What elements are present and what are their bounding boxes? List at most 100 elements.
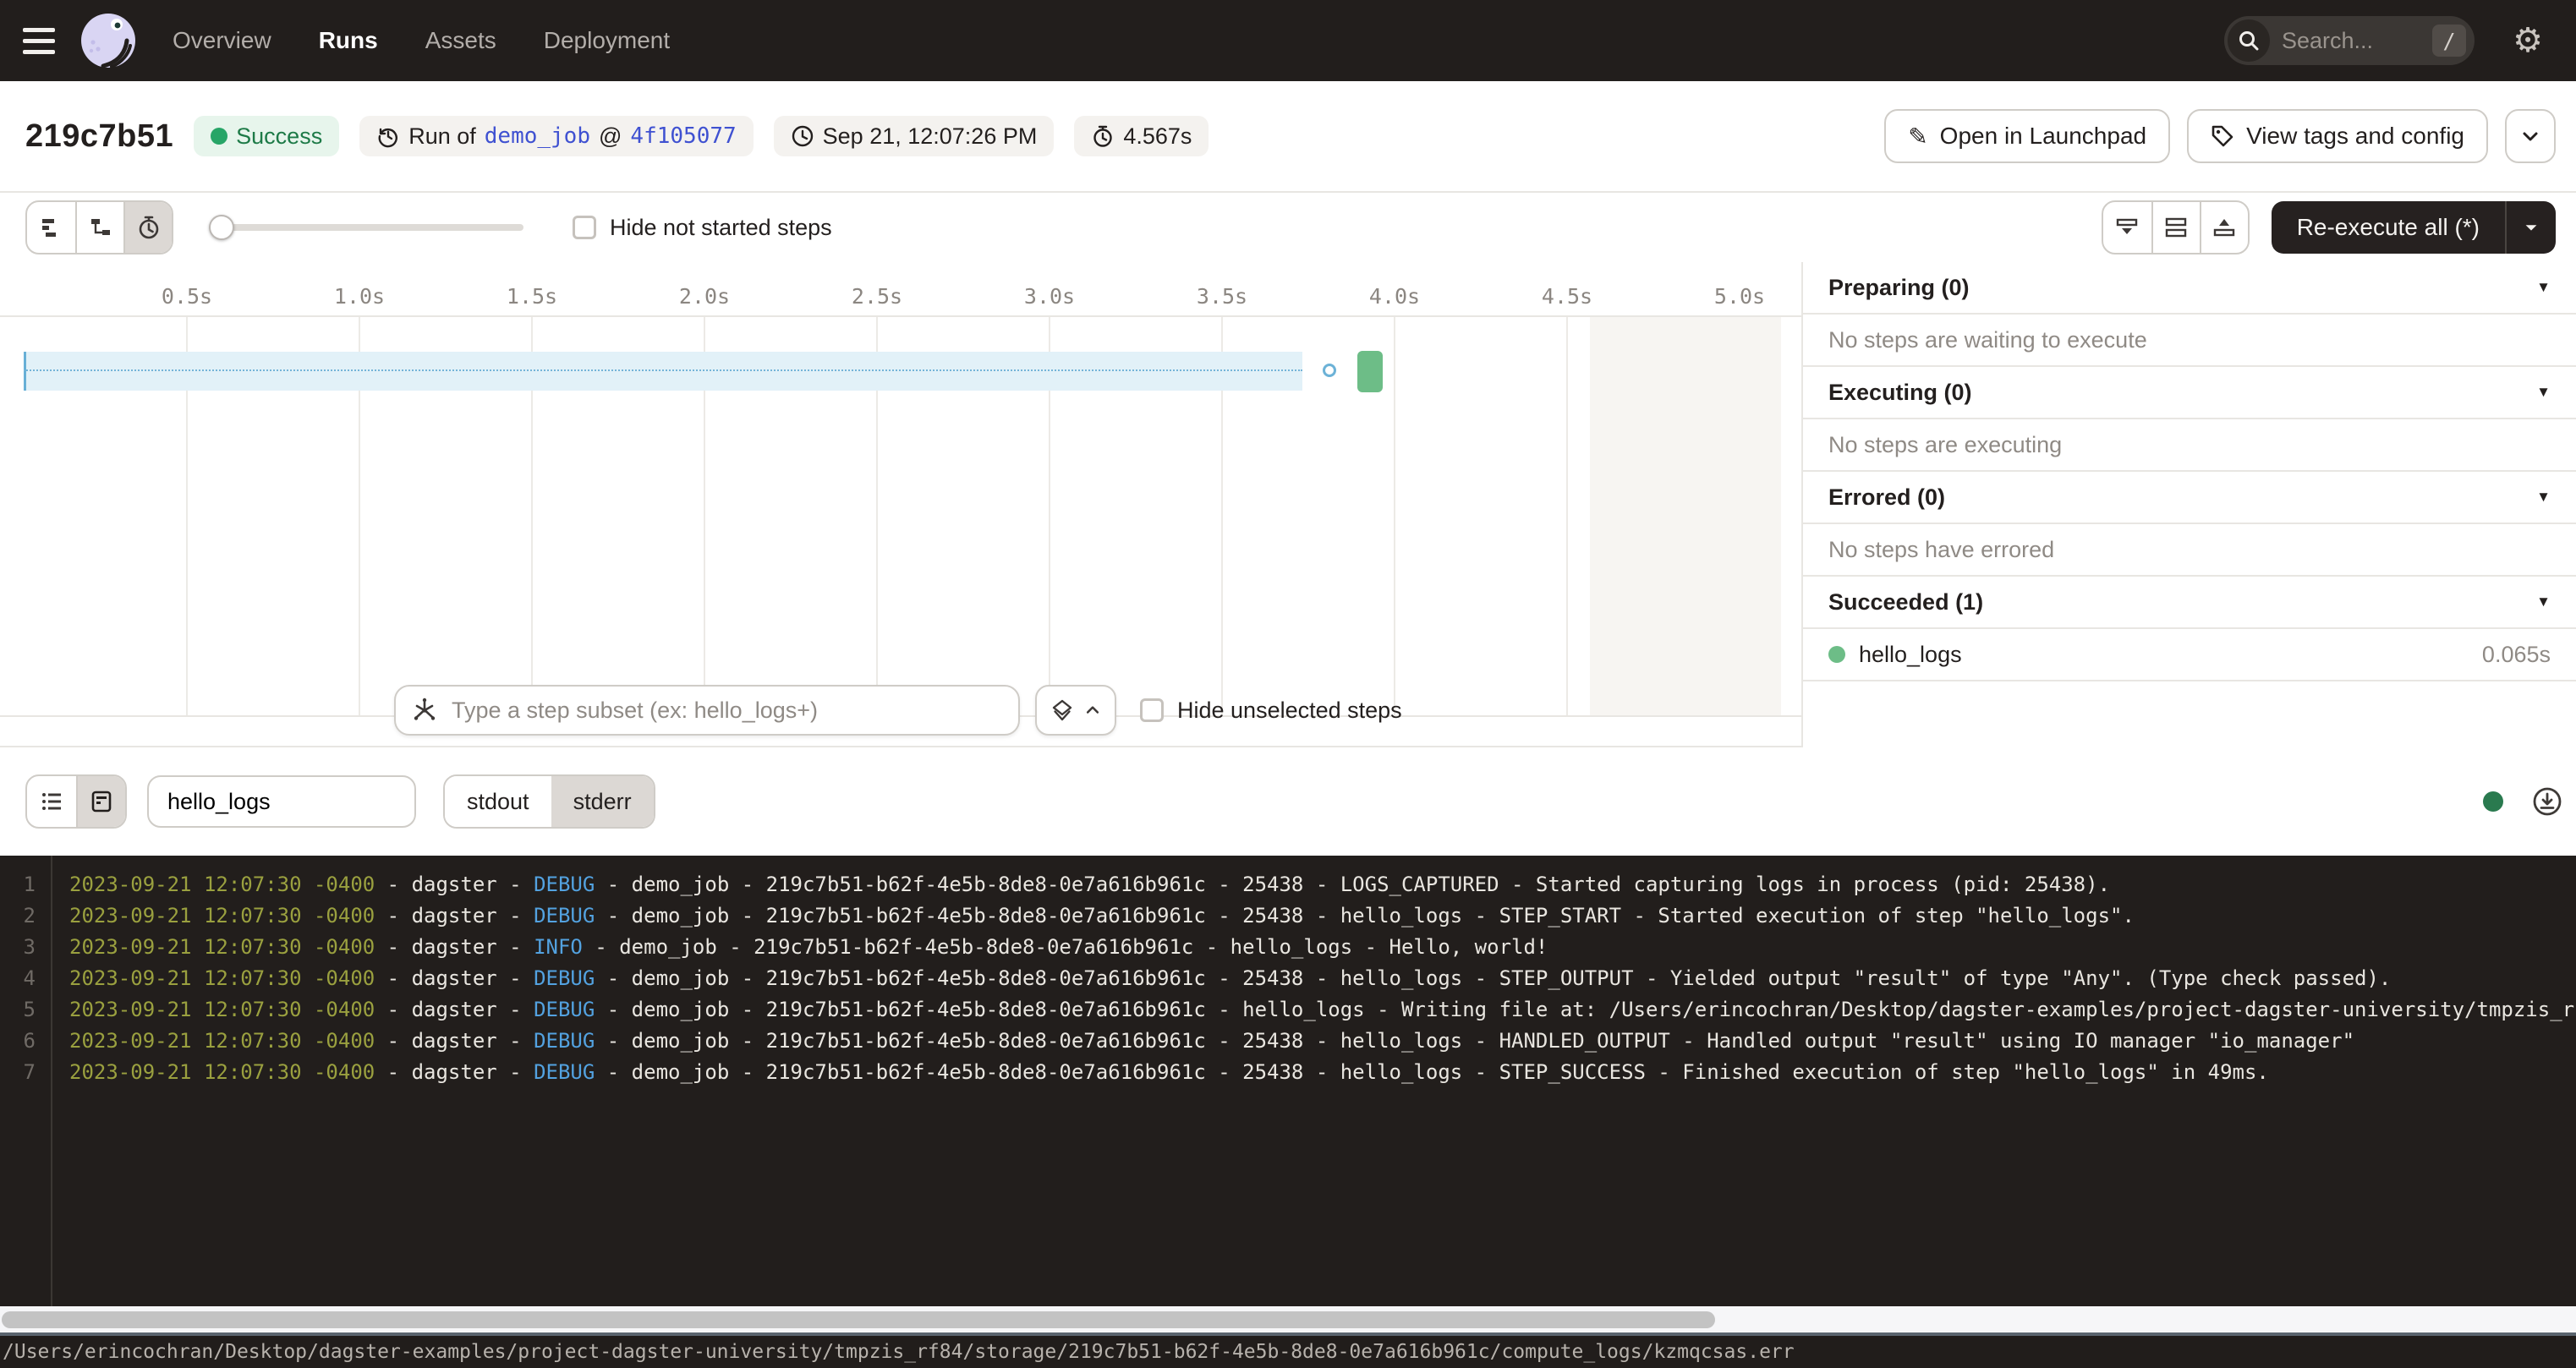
axis-tick-label: 2.5s [852, 284, 902, 309]
axis-gridline [1566, 317, 1568, 715]
tab-stderr[interactable]: stderr [551, 776, 654, 827]
log-line-number: 2 [0, 900, 49, 932]
log-horizontal-scrollbar[interactable] [0, 1306, 2576, 1336]
status-badge: Success [194, 116, 339, 156]
run-gantt-section: 0.5s1.0s1.5s2.0s2.5s3.0s3.5s4.0s4.5s5.0s [0, 262, 2576, 747]
chevron-down-icon[interactable]: ▼ [2536, 594, 2551, 610]
status-section-header[interactable]: Succeeded (1)▼ [1803, 577, 2576, 629]
job-name-link[interactable]: demo_job [485, 123, 590, 149]
step-subset-row: Hide unselected steps [394, 685, 1402, 736]
status-section-empty-text: No steps have errored [1803, 524, 2576, 577]
succeeded-step-row[interactable]: hello_logs0.065s [1803, 629, 2576, 681]
log-lines: 12023-09-21 12:07:30 -0400 - dagster - D… [0, 856, 2576, 1088]
structured-log-view-button[interactable] [27, 776, 76, 827]
search-input[interactable]: Search... / [2224, 16, 2475, 65]
status-section-empty-text: No steps are executing [1803, 419, 2576, 472]
dagster-logo[interactable] [78, 10, 139, 71]
status-section-header[interactable]: Executing (0)▼ [1803, 367, 2576, 419]
run-id-title: 219c7b51 [25, 118, 173, 155]
success-dot-icon [211, 128, 227, 145]
reexecute-options-caret[interactable] [2507, 218, 2556, 237]
axis-tick-label: 3.5s [1197, 284, 1247, 309]
open-in-launchpad-button[interactable]: ✎ Open in Launchpad [1884, 109, 2170, 163]
axis-tick-label: 5.0s [1714, 284, 1765, 309]
hide-not-started-checkbox[interactable] [573, 216, 596, 239]
waiting-dotted-line [24, 369, 1302, 371]
nav-link-assets[interactable]: Assets [425, 27, 496, 54]
log-toolbar: stdoutstderr [0, 747, 2576, 856]
expand-top-panel-button[interactable] [2200, 202, 2248, 253]
tag-icon [2211, 124, 2234, 148]
chevron-down-icon[interactable]: ▼ [2536, 384, 2551, 401]
flat-view-button[interactable] [27, 202, 75, 253]
dagster-run-page: Overview Runs Assets Deployment Search... /… [0, 0, 2576, 1368]
zoom-slider-handle[interactable] [209, 215, 234, 240]
header-more-actions-button[interactable] [2505, 109, 2556, 163]
clock-icon [791, 124, 814, 148]
axis-tick-label: 3.0s [1024, 284, 1075, 309]
zoom-slider-track[interactable] [209, 224, 523, 231]
search-icon [2228, 19, 2270, 62]
gear-icon[interactable]: ⚙ [2498, 21, 2557, 60]
raw-log-view-button[interactable] [76, 776, 125, 827]
step-status-dot [1828, 646, 1845, 663]
gantt-toolbar: Hide not started steps Re-execute all (*… [0, 193, 2576, 262]
axis-tick-label: 4.0s [1369, 284, 1420, 309]
top-nav: Overview Runs Assets Deployment Search... /… [0, 0, 2576, 81]
stopwatch-icon [1091, 124, 1115, 148]
layers-icon [1050, 698, 1074, 722]
log-step-filter-input[interactable] [147, 775, 416, 828]
gantt-chart: 0.5s1.0s1.5s2.0s2.5s3.0s3.5s4.0s4.5s5.0s [0, 262, 1801, 747]
chevron-up-icon [1084, 702, 1101, 719]
timed-view-button[interactable] [123, 202, 172, 253]
raw-log-viewer: 12023-09-21 12:07:30 -0400 - dagster - D… [0, 856, 2576, 1306]
nav-link-runs[interactable]: Runs [319, 27, 378, 54]
chevron-down-icon[interactable]: ▼ [2536, 279, 2551, 296]
tab-stdout[interactable]: stdout [445, 776, 551, 827]
split-panels-button[interactable] [2151, 202, 2200, 253]
expand-bottom-panel-button[interactable] [2103, 202, 2151, 253]
log-line: 22023-09-21 12:07:30 -0400 - dagster - D… [0, 900, 2576, 932]
step-duration: 0.065s [2482, 642, 2551, 668]
search-placeholder: Search... [2282, 28, 2373, 54]
hello-logs-step-bar[interactable] [1357, 351, 1383, 392]
gantt-view-mode-group [25, 200, 173, 254]
log-line-number: 1 [0, 869, 49, 900]
log-line: 72023-09-21 12:07:30 -0400 - dagster - D… [0, 1057, 2576, 1088]
zoom-slider[interactable] [209, 202, 523, 253]
log-line: 32023-09-21 12:07:30 -0400 - dagster - I… [0, 932, 2576, 963]
chevron-down-icon[interactable]: ▼ [2536, 489, 2551, 506]
graph-query-toolbar-button[interactable] [1035, 685, 1116, 736]
gantt-time-axis: 0.5s1.0s1.5s2.0s2.5s3.0s3.5s4.0s4.5s5.0s [0, 262, 1801, 315]
run-header: 219c7b51 Success Run of demo_job @ 4f105… [0, 81, 2576, 193]
axis-tick-label: 4.5s [1542, 284, 1592, 309]
log-horizontal-scrollbar-thumb[interactable] [2, 1311, 1715, 1328]
search-shortcut-badge: / [2432, 25, 2466, 57]
log-gutter-divider [51, 856, 52, 1306]
status-section-header[interactable]: Preparing (0)▼ [1803, 262, 2576, 315]
view-tags-config-button[interactable]: View tags and config [2187, 109, 2488, 163]
download-log-button[interactable] [2532, 786, 2562, 817]
log-line: 42023-09-21 12:07:30 -0400 - dagster - D… [0, 963, 2576, 994]
axis-tick-label: 2.0s [679, 284, 730, 309]
log-file-path: /Users/erincochran/Desktop/dagster-examp… [3, 1341, 1795, 1363]
axis-tick-label: 1.0s [334, 284, 385, 309]
snapshot-id-link[interactable]: 4f105077 [630, 123, 736, 149]
step-marker-circle [1323, 364, 1336, 377]
nav-link-deployment[interactable]: Deployment [544, 27, 670, 54]
panel-layout-group [2102, 200, 2250, 254]
hide-unselected-checkbox[interactable] [1140, 698, 1164, 722]
step-subset-input[interactable] [394, 685, 1020, 736]
stdout-stderr-tabs: stdoutstderr [443, 774, 655, 829]
log-line-number: 5 [0, 994, 49, 1026]
waterfall-view-button[interactable] [75, 202, 123, 253]
nav-link-overview[interactable]: Overview [173, 27, 271, 54]
step-status-panel: Preparing (0)▼No steps are waiting to ex… [1801, 262, 2576, 747]
post-run-shaded-region [1590, 317, 1781, 715]
hamburger-menu-icon[interactable] [12, 0, 66, 81]
status-section-header[interactable]: Errored (0)▼ [1803, 472, 2576, 524]
hide-not-started-label: Hide not started steps [610, 215, 832, 241]
reexecute-all-button[interactable]: Re-execute all (*) [2272, 201, 2556, 254]
hide-unselected-label: Hide unselected steps [1177, 698, 1402, 724]
log-line-number: 7 [0, 1057, 49, 1088]
